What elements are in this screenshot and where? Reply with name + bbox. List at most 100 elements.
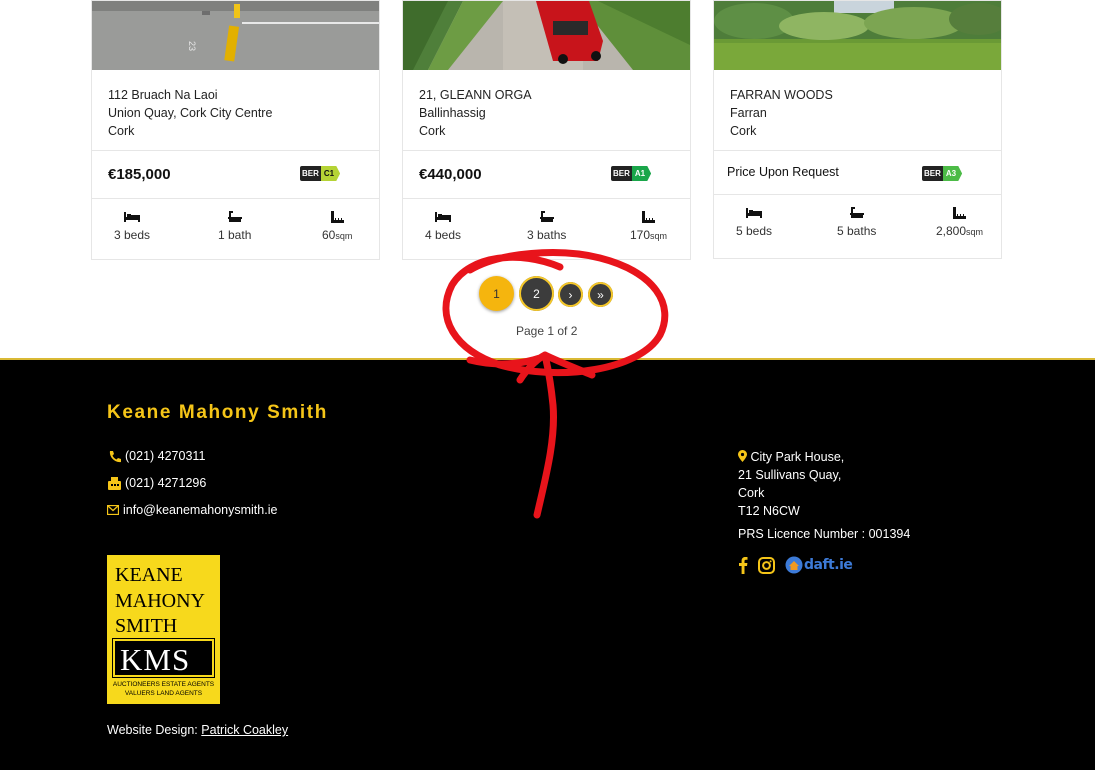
bath-icon [539,211,554,222]
listing-features: 5 beds 5 baths 2,800sqm [714,195,1001,258]
listing-address[interactable]: 112 Bruach Na Laoi Union Quay, Cork City… [92,70,379,151]
beds-feature: 4 beds [425,211,461,242]
listings-section: 23 112 Bruach Na Laoi Union Quay, Cork C… [0,0,1095,358]
area-value: 60 [322,228,336,242]
listing-price: Price Upon Request [727,165,839,179]
address-line: Union Quay, Cork City Centre [108,106,273,120]
daft-logo[interactable]: daft.ie [785,556,853,574]
address-line-1: City Park House, [750,450,845,464]
licence-number: PRS Licence Number : 001394 [738,527,911,541]
daft-label: daft.ie [804,557,853,573]
listing-address[interactable]: 21, GLEANN ORGA Ballinhassig Cork [403,70,690,151]
tagline-line: AUCTIONEERS ESTATE AGENTS [112,681,215,688]
ber-rating: C1 [320,166,341,181]
address-line: 112 Bruach Na Laoi [108,88,218,102]
address-line: FARRAN WOODS [730,88,833,102]
bed-icon [746,208,763,218]
credit-link[interactable]: Patrick Coakley [201,723,288,737]
listing-photo[interactable] [714,1,1001,70]
ber-badge: BER A3 [922,166,963,181]
listing-address[interactable]: FARRAN WOODS Farran Cork [714,70,1001,151]
beds-count: 5 beds [736,224,773,238]
area-value: 170 [630,228,651,242]
email-contact[interactable]: info@keanemahonysmith.ie [107,503,277,517]
baths-count: 1 bath [218,228,252,242]
listing-card[interactable]: 23 112 Bruach Na Laoi Union Quay, Cork C… [91,0,380,260]
logo-tagline: AUCTIONEERS ESTATE AGENTS VALUERS LAND A… [109,680,218,698]
parking-lot-photo: 23 [92,1,379,70]
instagram-icon[interactable] [758,556,775,574]
ber-badge: BER A1 [611,166,652,181]
phone-number[interactable]: (021) 4270311 [125,449,205,463]
listing-photo[interactable] [403,1,690,70]
next-page-button[interactable]: › [558,282,583,307]
credit-label: Website Design: [107,723,198,737]
facebook-icon[interactable] [738,556,748,574]
kms-logo: KEANE MAHONY SMITH KMS AUCTIONEERS ESTAT… [107,555,220,704]
bed-icon [124,212,141,222]
bed-icon [435,212,452,222]
beds-feature: 5 beds [736,207,772,238]
ber-badge: BER C1 [300,166,341,181]
price-row: Price Upon Request BER A3 [714,151,1001,195]
site-footer: Keane Mahony Smith (021) 4270311 (021) 4… [0,358,1095,770]
last-page-button[interactable]: » [588,282,613,307]
ber-prefix: BER [611,166,632,181]
ber-prefix: BER [922,166,943,181]
logo-line: SMITH [115,615,178,637]
bath-icon [849,207,864,218]
listing-card[interactable]: 21, GLEANN ORGA Ballinhassig Cork €440,0… [402,0,691,260]
area-feature: 170sqm [630,211,667,242]
footer-brand: Keane Mahony Smith [107,402,328,423]
listing-photo[interactable]: 23 [92,1,379,70]
area-ruler-icon [953,207,967,219]
bath-icon [227,211,242,222]
ber-rating: A3 [942,166,963,181]
address-line: Cork [419,124,446,138]
svg-text:23: 23 [187,41,197,51]
address-line: Cork [730,124,757,138]
page-1-button[interactable]: 1 [479,276,514,311]
logo-wordmark: KEANE MAHONY SMITH [115,563,205,640]
ber-prefix: BER [300,166,321,181]
fax-icon [107,476,121,490]
social-links: daft.ie [738,556,853,574]
baths-feature: 1 bath [218,211,251,242]
area-unit: sqm [335,231,353,241]
address-line: Ballinhassig [419,106,486,120]
address-line: Cork [108,124,135,138]
page-2-button[interactable]: 2 [519,276,554,311]
logo-line: MAHONY [115,589,205,612]
area-ruler-icon [642,211,656,223]
area-ruler-icon [330,211,344,223]
phone-contact[interactable]: (021) 4270311 [107,449,205,463]
listing-card[interactable]: FARRAN WOODS Farran Cork Price Upon Requ… [713,0,1002,259]
beds-count: 3 beds [114,228,151,242]
beds-feature: 3 beds [114,211,150,242]
fax-contact: (021) 4271296 [107,476,206,490]
area-unit: sqm [650,231,668,241]
tagline-line: VALUERS LAND AGENTS [124,690,203,697]
price-row: €185,000 BER C1 [92,151,379,199]
address-line-2: 21 Sullivans Quay, [738,468,842,482]
baths-feature: 3 baths [527,211,566,242]
baths-count: 5 baths [837,224,877,238]
fax-number: (021) 4271296 [125,476,207,490]
area-value: 2,800 [936,224,967,238]
address-line: City Park House, [738,448,844,466]
area-feature: 2,800sqm [936,207,983,238]
price-row: €440,000 BER A1 [403,151,690,199]
area-unit: sqm [966,227,984,237]
envelope-icon [107,504,119,517]
listing-price: €440,000 [419,166,482,183]
address-line: 21, GLEANN ORGA [419,88,532,102]
garden-photo [714,1,1001,70]
email-link[interactable]: info@keanemahonysmith.ie [123,503,277,517]
logo-line: KEANE [115,564,183,586]
page-caption: Page 1 of 2 [516,324,578,338]
beds-count: 4 beds [425,228,462,242]
listing-features: 3 beds 1 bath 60sqm [92,199,379,259]
office-address: City Park House, 21 Sullivans Quay, Cork… [738,448,844,520]
address-line-3: Cork [738,486,765,500]
website-credit: Website Design: Patrick Coakley [107,723,288,737]
